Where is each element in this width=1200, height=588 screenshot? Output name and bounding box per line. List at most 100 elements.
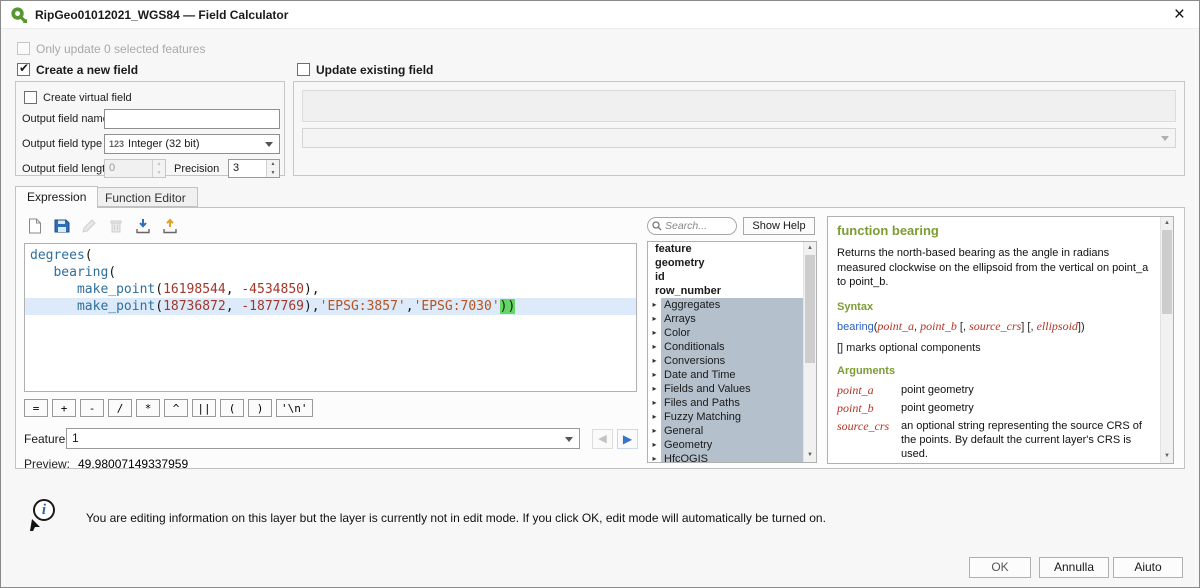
operator-button[interactable]: ^ bbox=[164, 399, 188, 417]
expand-arrow-icon[interactable]: ▸ bbox=[648, 368, 661, 382]
edit-expression-button bbox=[77, 214, 101, 237]
function-group-row[interactable]: ▸Fields and Values bbox=[648, 382, 803, 396]
close-button[interactable]: × bbox=[1174, 3, 1185, 27]
function-group-label: General bbox=[661, 424, 803, 438]
spinner-value: 3 bbox=[229, 160, 266, 177]
function-group-label: Fields and Values bbox=[661, 382, 803, 396]
expand-arrow-icon[interactable]: ▸ bbox=[648, 298, 661, 312]
expand-arrow-icon[interactable]: ▸ bbox=[648, 382, 661, 396]
operator-button[interactable]: - bbox=[80, 399, 104, 417]
checkbox-box[interactable] bbox=[24, 91, 37, 104]
function-group-label: Conversions bbox=[661, 354, 803, 368]
expand-arrow-icon[interactable]: ▸ bbox=[648, 424, 661, 438]
expression-editor[interactable]: degrees( bearing( make_point(16198544, -… bbox=[24, 243, 637, 392]
expand-arrow-icon[interactable]: ▸ bbox=[648, 354, 661, 368]
operator-button[interactable]: / bbox=[108, 399, 132, 417]
pencil-icon bbox=[81, 218, 97, 234]
precision-spinner[interactable]: 3 ▲▼ bbox=[228, 159, 280, 178]
argument-row: source_crsan optional string representin… bbox=[837, 419, 1151, 462]
function-group-row[interactable]: ▸Conversions bbox=[648, 354, 803, 368]
cancel-button[interactable]: Annulla bbox=[1039, 557, 1109, 578]
function-group-row[interactable]: ▸Files and Paths bbox=[648, 396, 803, 410]
feature-select[interactable]: 1 bbox=[66, 428, 580, 449]
code-line[interactable]: degrees( bbox=[25, 247, 636, 264]
operator-button[interactable]: * bbox=[136, 399, 160, 417]
tab-function-editor[interactable]: Function Editor bbox=[93, 187, 198, 207]
new-expression-button[interactable] bbox=[23, 214, 47, 237]
scroll-up-icon[interactable]: ▲ bbox=[1161, 217, 1173, 230]
expand-arrow-icon[interactable]: ▸ bbox=[648, 312, 661, 326]
create-new-field-checkbox[interactable]: Create a new field bbox=[17, 62, 138, 77]
create-virtual-field-checkbox[interactable]: Create virtual field bbox=[24, 90, 132, 105]
output-field-name-input[interactable] bbox=[104, 109, 280, 129]
operator-button[interactable]: = bbox=[24, 399, 48, 417]
function-group-row[interactable]: ▸Arrays bbox=[648, 312, 803, 326]
export-icon bbox=[162, 218, 178, 234]
import-expressions-button[interactable] bbox=[131, 214, 155, 237]
operator-button[interactable]: ( bbox=[220, 399, 244, 417]
function-item-row[interactable]: row_number bbox=[648, 284, 803, 298]
function-help-panel: function bearing Returns the north-based… bbox=[827, 216, 1174, 464]
output-field-type-select[interactable]: 123 Integer (32 bit) bbox=[104, 134, 280, 154]
export-expressions-button[interactable] bbox=[158, 214, 182, 237]
code-line[interactable]: make_point(18736872, -1877769),'EPSG:385… bbox=[25, 298, 636, 315]
left-arrow-icon: ◀ bbox=[598, 433, 606, 445]
expand-arrow-icon[interactable]: ▸ bbox=[648, 452, 661, 463]
checkbox-box[interactable] bbox=[297, 63, 310, 76]
precision-label: Precision bbox=[174, 163, 219, 175]
feature-label: Feature bbox=[24, 432, 65, 446]
ok-button[interactable]: OK bbox=[969, 557, 1031, 578]
help-description: Returns the north-based bearing as the a… bbox=[837, 246, 1151, 290]
next-feature-button[interactable]: ▶ bbox=[617, 429, 638, 449]
function-item-row[interactable]: id bbox=[648, 270, 803, 284]
field-type-badge: 123 bbox=[109, 139, 124, 149]
operator-button[interactable]: '\n' bbox=[276, 399, 313, 417]
function-group-row[interactable]: ▸Conditionals bbox=[648, 340, 803, 354]
function-group-row[interactable]: ▸HfcQGIS bbox=[648, 452, 803, 463]
expand-arrow-icon[interactable]: ▸ bbox=[648, 326, 661, 340]
tab-expression[interactable]: Expression bbox=[15, 186, 98, 208]
scrollbar-thumb[interactable] bbox=[1162, 230, 1172, 314]
scroll-up-icon[interactable]: ▲ bbox=[804, 242, 816, 255]
operator-button[interactable]: + bbox=[52, 399, 76, 417]
expand-arrow-icon[interactable]: ▸ bbox=[648, 396, 661, 410]
function-group-row[interactable]: ▸Color bbox=[648, 326, 803, 340]
expand-arrow-icon[interactable]: ▸ bbox=[648, 410, 661, 424]
code-line[interactable]: make_point(16198544, -4534850), bbox=[25, 281, 636, 298]
help-scrollbar[interactable]: ▲ ▼ bbox=[1160, 217, 1173, 463]
update-existing-field-checkbox[interactable]: Update existing field bbox=[297, 62, 433, 77]
function-group-row[interactable]: ▸Fuzzy Matching bbox=[648, 410, 803, 424]
import-icon bbox=[135, 218, 151, 234]
trash-icon bbox=[108, 218, 124, 234]
operator-button[interactable]: ) bbox=[248, 399, 272, 417]
dropdown-arrow-icon bbox=[565, 437, 573, 442]
function-item-row[interactable]: geometry bbox=[648, 256, 803, 270]
expression-code: degrees( bearing( make_point(16198544, -… bbox=[25, 247, 636, 315]
function-group-row[interactable]: ▸Geometry bbox=[648, 438, 803, 452]
function-list-scrollbar[interactable]: ▲ ▼ bbox=[803, 242, 816, 462]
expand-arrow-icon[interactable]: ▸ bbox=[648, 340, 661, 354]
checkbox-box[interactable] bbox=[17, 63, 30, 76]
function-group-row[interactable]: ▸Date and Time bbox=[648, 368, 803, 382]
operator-button[interactable]: || bbox=[192, 399, 216, 417]
function-group-row[interactable]: ▸Aggregates bbox=[648, 298, 803, 312]
optional-note: [] marks optional components bbox=[837, 342, 1151, 354]
help-button[interactable]: Aiuto bbox=[1113, 557, 1183, 578]
code-line[interactable]: bearing( bbox=[25, 264, 636, 281]
spinner-arrows-icon[interactable]: ▲▼ bbox=[266, 160, 279, 177]
show-help-button[interactable]: Show Help bbox=[743, 217, 815, 235]
spinner-arrows-icon: ▲▼ bbox=[152, 160, 165, 177]
scrollbar-thumb[interactable] bbox=[805, 255, 815, 363]
argument-row: point_apoint geometry bbox=[837, 383, 1151, 398]
save-expression-button[interactable] bbox=[50, 214, 74, 237]
expand-arrow-icon[interactable]: ▸ bbox=[648, 438, 661, 452]
scroll-down-icon[interactable]: ▼ bbox=[804, 449, 816, 462]
function-group-row[interactable]: ▸General bbox=[648, 424, 803, 438]
info-icon: i bbox=[29, 499, 59, 531]
scroll-down-icon[interactable]: ▼ bbox=[1161, 450, 1173, 463]
function-search-box[interactable] bbox=[647, 217, 737, 235]
function-item-row[interactable]: feature bbox=[648, 242, 803, 256]
search-input[interactable] bbox=[665, 220, 725, 232]
output-field-name-label: Output field name bbox=[22, 113, 109, 125]
delete-expression-button bbox=[104, 214, 128, 237]
